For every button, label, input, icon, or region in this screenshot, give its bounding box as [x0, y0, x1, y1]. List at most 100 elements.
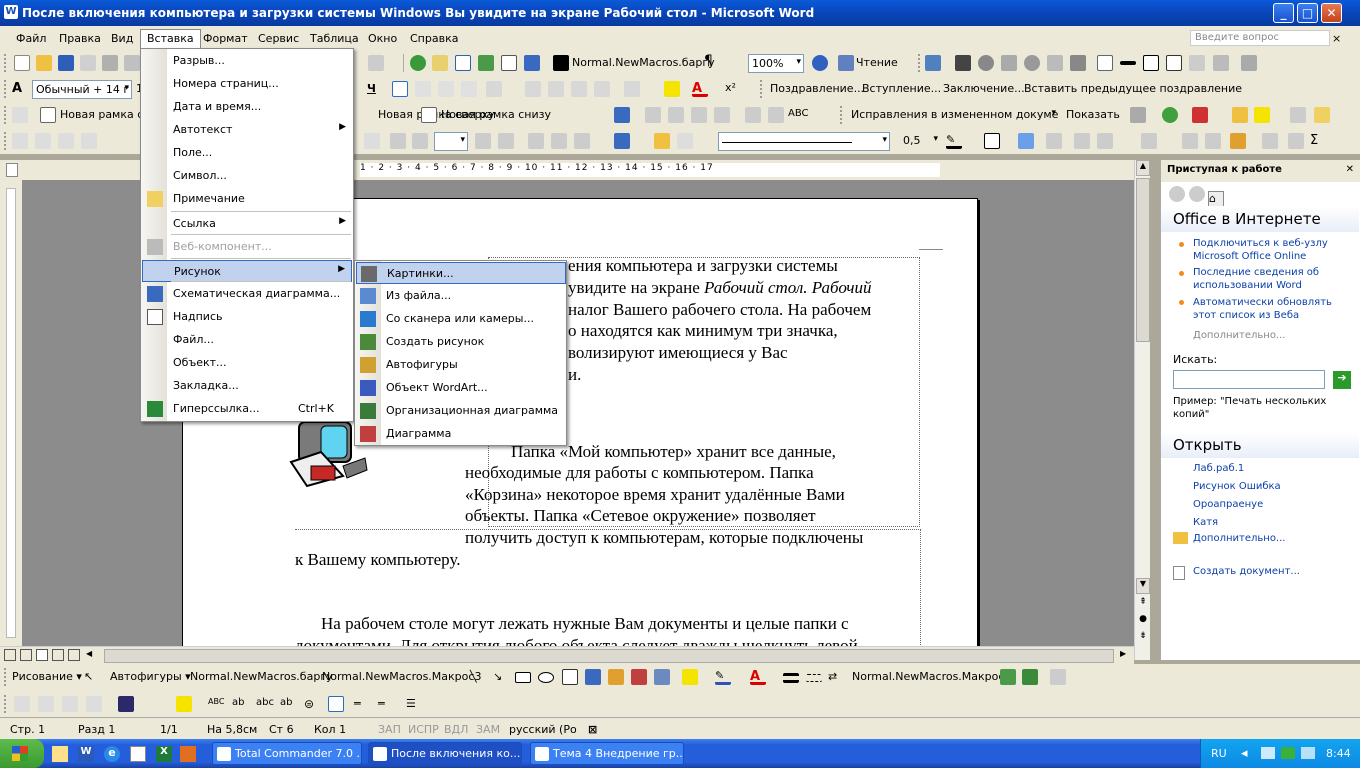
menu-window[interactable]: Окно	[362, 30, 403, 47]
tray-icon[interactable]	[1301, 747, 1315, 759]
status-ext[interactable]: ВДЛ	[444, 723, 468, 736]
close-button[interactable]: ✕	[1321, 3, 1342, 23]
sort-asc-icon[interactable]	[1288, 133, 1304, 149]
line-icon[interactable]: ╲	[470, 670, 477, 683]
group-icon[interactable]	[38, 696, 54, 712]
reading-view-icon[interactable]	[68, 649, 80, 661]
quicklaunch-notepad-icon[interactable]	[52, 746, 68, 762]
tab-selector[interactable]	[6, 163, 18, 177]
option-icon[interactable]	[978, 55, 994, 71]
highlight-icon[interactable]	[664, 81, 680, 97]
picture-menu-item[interactable]: Диаграмма	[356, 423, 566, 445]
scroll-down-button[interactable]: ▼	[1136, 578, 1150, 594]
toolbar-grip[interactable]	[4, 695, 7, 713]
forms-icon[interactable]	[955, 55, 971, 71]
phonetic-icon[interactable]: ⊜	[304, 697, 314, 711]
open-icon[interactable]	[36, 55, 52, 71]
edit-icon[interactable]	[654, 133, 670, 149]
columns-icon[interactable]	[501, 55, 517, 71]
font-color-draw-icon[interactable]: A	[750, 669, 766, 685]
macro-button[interactable]: Normal.NewMacros.Макрос3	[852, 670, 1011, 683]
horizontal-scrollbar[interactable]: ◀ ▶	[0, 646, 1134, 664]
insert-menu-item[interactable]: Схематическая диаграмма...	[142, 283, 352, 305]
comment-toolbar-icon[interactable]	[1232, 107, 1248, 123]
insert-table-icon[interactable]	[455, 55, 471, 71]
merge-printer-icon[interactable]	[574, 133, 590, 149]
numbering-icon[interactable]	[525, 81, 541, 97]
hyperlink-toolbar-icon[interactable]	[410, 55, 426, 71]
macro-button[interactable]: Normal.NewMacros.Макрос3	[322, 670, 481, 683]
table-of-contents-icon[interactable]	[12, 107, 28, 123]
back-icon[interactable]	[1169, 186, 1185, 202]
start-button[interactable]	[0, 739, 44, 768]
borders-icon[interactable]	[624, 81, 640, 97]
menu-table[interactable]: Таблица	[304, 30, 365, 47]
toolbar-grip[interactable]	[918, 54, 921, 72]
toolbar-grip[interactable]	[4, 132, 7, 150]
textbox-draw-icon[interactable]	[562, 669, 578, 685]
split-cells-icon[interactable]	[1097, 133, 1113, 149]
para-spacing-icon[interactable]: ☰	[406, 697, 416, 710]
justify-frame-icon[interactable]	[768, 107, 784, 123]
close-document-button[interactable]: ×	[1326, 30, 1347, 47]
oval-icon[interactable]	[538, 672, 554, 683]
zoom-select[interactable]: 100%	[748, 54, 804, 73]
insert-menu-item[interactable]: Символ...	[142, 165, 352, 187]
table-merge-icon[interactable]	[81, 133, 97, 149]
menu-edit[interactable]: Правка	[53, 30, 107, 47]
decrease-indent-icon[interactable]	[571, 81, 587, 97]
clock[interactable]: 8:44	[1326, 747, 1351, 760]
word-app-icon[interactable]: W	[4, 5, 18, 19]
menu-help[interactable]: Справка	[404, 30, 464, 47]
insert-prev-greeting-button[interactable]: Вставить предыдущее поздравление	[1024, 82, 1242, 95]
conclusion-button[interactable]: Заключение...	[943, 82, 1025, 95]
next-page-icon[interactable]: ⇟	[1136, 631, 1150, 645]
abc-icon[interactable]: ABC	[208, 697, 224, 706]
quicklaunch-desktop-icon[interactable]	[130, 746, 146, 762]
check-icon[interactable]	[677, 133, 693, 149]
taskbar-word-doc[interactable]: После включения ко...	[368, 742, 522, 765]
spelling-icon[interactable]: ABC	[788, 108, 809, 119]
insert-menu-item[interactable]: Объект...	[142, 352, 352, 374]
autoshapes-button[interactable]: Автофигуры ▾	[110, 670, 191, 683]
eraser-icon[interactable]	[1189, 55, 1205, 71]
volume-icon[interactable]: ◂	[1241, 746, 1248, 761]
bullets-icon[interactable]	[548, 81, 564, 97]
recent-file[interactable]: Лаб.раб.1	[1193, 462, 1244, 475]
highlight-change-icon[interactable]	[1254, 107, 1270, 123]
prev-page-icon[interactable]: ⇞	[1136, 597, 1150, 611]
forward-icon[interactable]	[1188, 186, 1205, 202]
picture-menu-item[interactable]: Картинки...	[356, 262, 566, 284]
toolbar-grip[interactable]	[4, 54, 7, 72]
more-link[interactable]: Дополнительно...	[1193, 329, 1285, 342]
status-trk[interactable]: ИСПР	[408, 723, 439, 736]
distribute-rows-icon[interactable]	[1182, 133, 1198, 149]
status-ovr[interactable]: ЗАМ	[476, 723, 500, 736]
border-line-icon[interactable]	[1120, 61, 1136, 65]
picture-menu-item[interactable]: Из файла...	[356, 285, 566, 307]
char-scale-icon[interactable]: ab	[280, 697, 292, 708]
taskbar-word-doc2[interactable]: Тема 4 Внедрение гр...	[530, 742, 684, 765]
search-input[interactable]	[1173, 370, 1325, 389]
single-spacing-icon[interactable]	[328, 696, 344, 712]
insert-menu-item[interactable]: Ссылка ▶	[142, 213, 352, 235]
shading-icon[interactable]	[1018, 133, 1034, 149]
picture-menu-item[interactable]: Создать рисунок	[356, 331, 566, 353]
outside-border-icon[interactable]	[984, 133, 1000, 149]
task-pane-close-icon[interactable]: ✕	[1346, 164, 1354, 175]
review-options-icon[interactable]	[1314, 107, 1330, 123]
minimize-button[interactable]: _	[1273, 3, 1294, 23]
border-color-icon[interactable]: ✎	[946, 133, 962, 149]
normal-view-icon[interactable]	[4, 649, 16, 661]
toolbar-grip[interactable]	[760, 80, 763, 98]
cell-icon[interactable]	[1166, 55, 1182, 71]
read-mode-icon[interactable]	[838, 55, 854, 71]
align-left-icon[interactable]	[392, 81, 408, 97]
print-preview-icon[interactable]	[124, 55, 140, 71]
new-frame-below-button[interactable]: Новая рамка снизу	[441, 108, 551, 121]
spell-icon[interactable]	[176, 696, 192, 712]
track-changes-select[interactable]: Исправления в измененном документе	[848, 106, 1058, 125]
line-style-icon[interactable]	[1097, 55, 1113, 71]
merge-doc-icon[interactable]	[551, 133, 567, 149]
arrow-style-icon[interactable]: ⇄	[828, 670, 837, 683]
